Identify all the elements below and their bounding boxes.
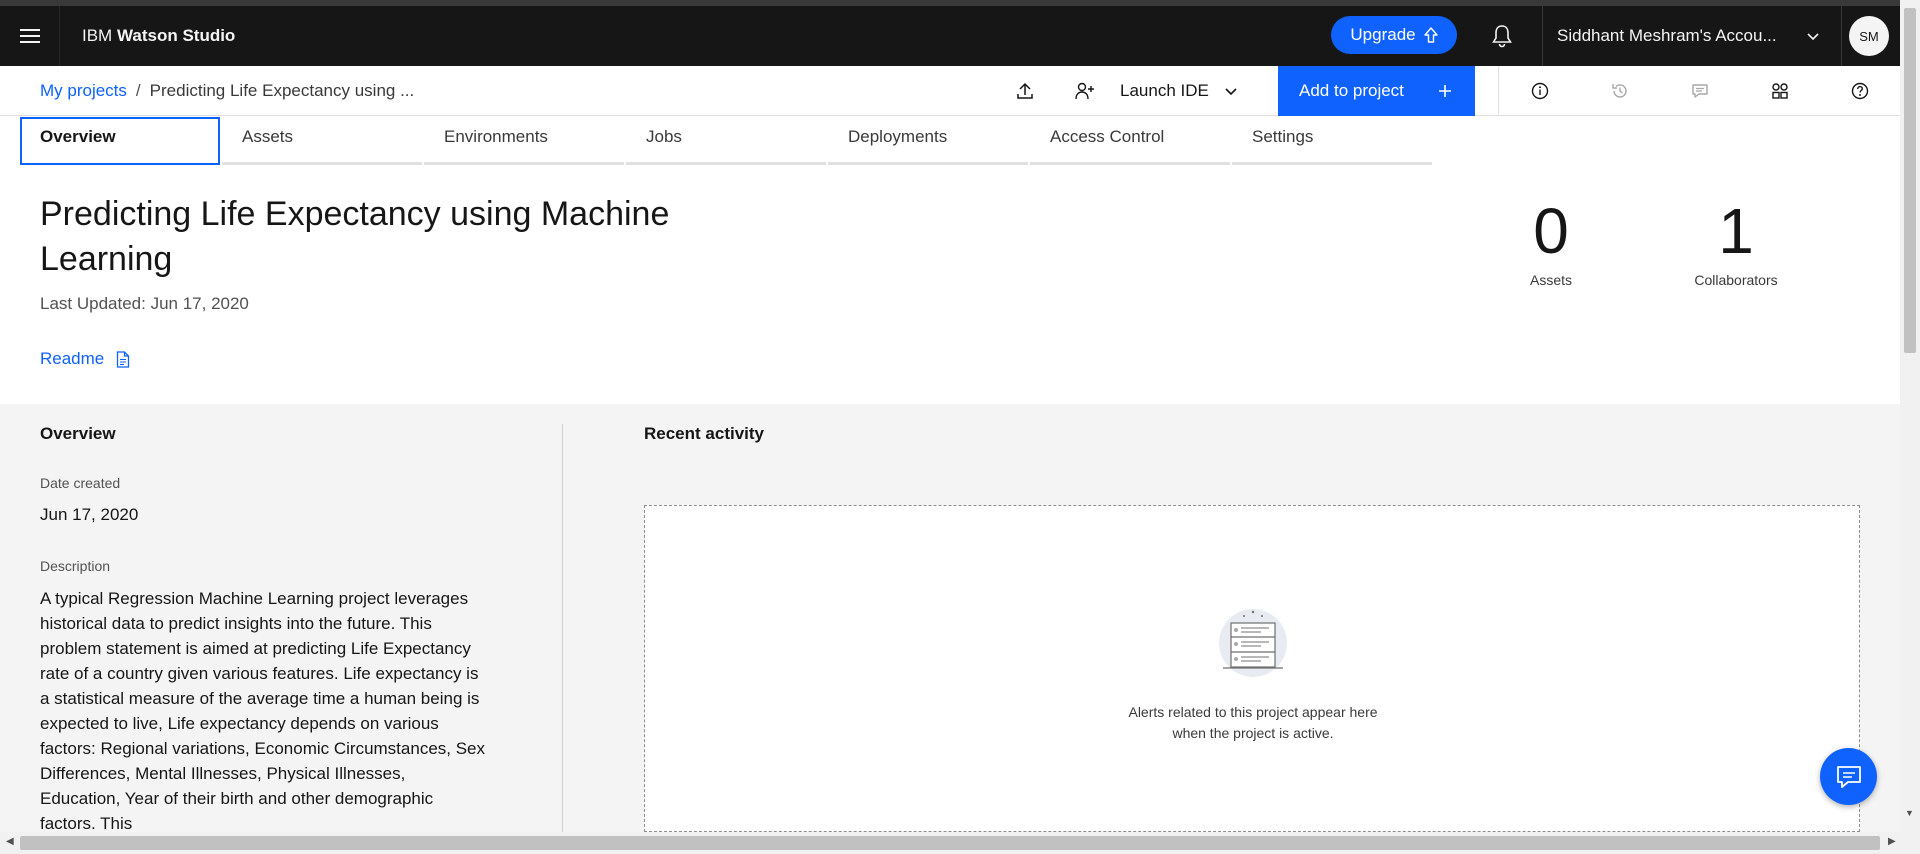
comments-button[interactable] [1670,66,1730,116]
vertical-scrollbar-thumb[interactable] [1904,8,1916,353]
scroll-left-arrow-icon[interactable]: ◀ [6,836,14,847]
tab-assets[interactable]: Assets [222,117,422,165]
brand-prefix: IBM [82,26,113,45]
chat-icon [1836,765,1861,788]
date-created-value: Jun 17, 2020 [40,505,139,524]
collaborators-stat: 1 Collaborators [1666,194,1806,288]
plus-icon [1439,85,1451,97]
project-details-section: Overview Date created Jun 17, 2020 Descr… [0,404,1900,833]
breadcrumb-current: Predicting Life Expectancy using ... [149,81,415,100]
empty-alerts-illustration-icon [1219,609,1287,677]
brand-name: Watson Studio [116,26,236,45]
add-collaborator-icon [1075,82,1094,100]
assets-count: 0 [1533,195,1569,267]
collaborators-count: 1 [1718,195,1754,267]
chevron-down-icon [1225,88,1237,96]
top-navigation-bar: IBM Watson Studio Upgrade Siddhant Meshr… [0,6,1900,66]
assets-count-label: Assets [1529,272,1572,288]
add-to-project-button[interactable]: Add to project [1278,66,1475,116]
document-icon [117,350,130,368]
page-title: Predicting Life Expectancy using Machine… [40,195,670,278]
description-text: A typical Regression Machine Learning pr… [40,589,486,833]
bell-icon [1492,25,1512,48]
history-icon [1612,84,1627,98]
collaborators-count-label: Collaborators [1694,272,1778,288]
scroll-down-arrow-icon[interactable]: ▼ [1905,808,1914,818]
tab-environments[interactable]: Environments [424,117,624,165]
account-label: Siddhant Meshram's Accou... [1557,26,1777,45]
assets-stat: 0 Assets [1481,194,1621,288]
project-info-button[interactable] [1510,66,1570,116]
breadcrumb: My projects / Predicting Life Expectancy u… [40,66,414,116]
breadcrumb-separator: / [135,81,141,100]
empty-text-line-1: Alerts related to this project appear he… [1128,704,1378,720]
upgrade-label: Upgrade [1350,25,1416,44]
readme-label: Readme [40,349,105,368]
chevron-down-icon [1807,33,1819,41]
readme-link[interactable]: Readme [40,349,130,369]
project-toolbar: My projects / Predicting Life Expectancy u… [0,66,1900,116]
empty-text-line-2: when the project is active. [1172,725,1334,741]
vertical-scrollbar[interactable]: ▼ [1900,0,1920,832]
scroll-right-arrow-icon[interactable]: ▶ [1888,836,1896,847]
date-created-label: Date created [40,475,121,491]
breadcrumb-my-projects-link[interactable]: My projects [40,81,127,100]
tab-overview[interactable]: Overview [20,117,220,165]
add-collaborator-button[interactable] [1055,66,1115,116]
tab-access-control[interactable]: Access Control [1030,117,1230,165]
hamburger-menu-button[interactable] [0,6,60,66]
comments-icon [1692,84,1708,98]
arrow-up-icon [1423,27,1438,43]
last-updated-text: Last Updated: Jun 17, 2020 [40,294,249,313]
upload-icon [1017,82,1033,99]
upload-button[interactable] [995,66,1055,116]
launch-ide-label: Launch IDE [1120,81,1209,100]
help-icon [1851,82,1869,100]
tab-jobs[interactable]: Jobs [626,117,826,165]
recent-activity-empty-text: Alerts related to this project appear he… [645,702,1861,744]
add-to-project-label: Add to project [1299,81,1404,100]
upgrade-button[interactable]: Upgrade [1331,16,1457,54]
recent-activity-heading: Recent activity [644,424,764,443]
overview-heading: Overview [40,424,116,443]
account-switcher[interactable]: Siddhant Meshram's Accou... [1542,6,1842,66]
hamburger-menu-icon [19,29,40,43]
chat-support-button[interactable] [1820,748,1877,805]
section-divider [562,424,563,832]
notifications-button[interactable] [1488,22,1516,50]
product-brand[interactable]: IBM Watson Studio [82,6,235,66]
recent-activity-empty-state: Alerts related to this project appear he… [644,505,1860,832]
activity-history-button[interactable] [1590,66,1650,116]
tab-deployments[interactable]: Deployments [828,117,1028,165]
apps-icon [1772,83,1788,99]
info-icon [1531,82,1549,100]
tab-settings[interactable]: Settings [1232,117,1432,165]
launch-ide-dropdown[interactable]: Launch IDE [1120,66,1239,116]
toolbar-divider [1498,66,1499,116]
horizontal-scrollbar[interactable]: ◀ ▶ [0,832,1920,854]
avatar[interactable]: SM [1849,16,1889,56]
description-label: Description [40,558,111,574]
help-button[interactable] [1830,66,1890,116]
apps-button[interactable] [1750,66,1810,116]
horizontal-scrollbar-thumb[interactable] [20,836,1880,850]
